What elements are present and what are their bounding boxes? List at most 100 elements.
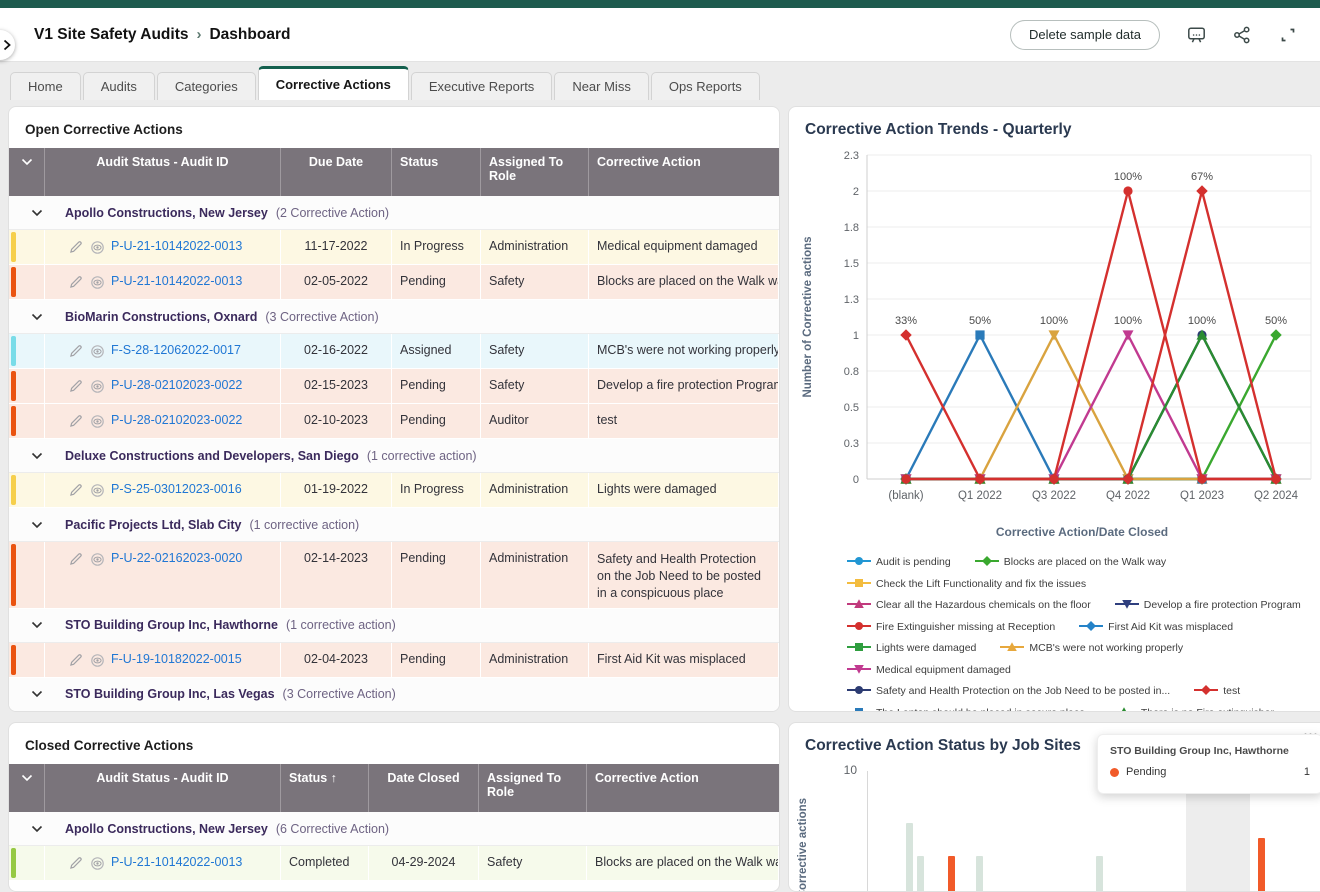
- audit-id-link[interactable]: F-U-19-10182022-0015: [111, 652, 242, 666]
- legend-item[interactable]: First Aid Kit was misplaced: [1079, 618, 1233, 636]
- column-header-id[interactable]: Audit Status - Audit ID: [45, 148, 281, 196]
- column-header-action[interactable]: Corrective Action: [587, 764, 779, 812]
- view-icon[interactable]: [90, 856, 105, 871]
- legend-item[interactable]: Clear all the Hazardous chemicals on the…: [847, 596, 1091, 614]
- edit-icon[interactable]: [69, 240, 84, 255]
- table-row[interactable]: P-U-22-02162023-002002-14-2023PendingAdm…: [9, 542, 779, 609]
- column-header-action[interactable]: Corrective Action: [589, 148, 779, 196]
- chevron-down-icon[interactable]: [31, 616, 43, 634]
- audit-id-cell: F-S-28-12062022-0017: [45, 334, 281, 368]
- table-row[interactable]: P-U-28-02102023-002202-15-2023PendingSaf…: [9, 369, 779, 404]
- legend-item[interactable]: Check the Lift Functionality and fix the…: [847, 575, 1086, 593]
- view-icon[interactable]: [90, 240, 105, 255]
- due-cell: 02-10-2023: [281, 404, 392, 438]
- legend-item[interactable]: Audit is pending: [847, 553, 951, 571]
- table-row[interactable]: F-U-19-10182022-001502-04-2023PendingAdm…: [9, 643, 779, 678]
- table-row[interactable]: F-S-28-12062022-001702-16-2022AssignedSa…: [9, 334, 779, 369]
- svg-text:100%: 100%: [1114, 315, 1142, 327]
- expand-all-chevron[interactable]: [9, 148, 45, 196]
- group-row[interactable]: Apollo Constructions, New Jersey(2 Corre…: [9, 196, 779, 230]
- legend-item[interactable]: test: [1194, 682, 1240, 700]
- view-icon[interactable]: [90, 414, 105, 429]
- view-icon[interactable]: [90, 275, 105, 290]
- tab-audits[interactable]: Audits: [83, 72, 155, 100]
- edit-icon[interactable]: [69, 275, 84, 290]
- legend-item[interactable]: Medical equipment damaged: [847, 661, 1011, 679]
- bar-completed[interactable]: [1096, 856, 1103, 892]
- column-header-id[interactable]: Audit Status - Audit ID: [45, 764, 281, 812]
- svg-text:Q4 2022: Q4 2022: [1106, 490, 1150, 502]
- column-header-status[interactable]: Status: [392, 148, 481, 196]
- legend-item[interactable]: Safety and Health Protection on the Job …: [847, 682, 1170, 700]
- audit-id-link[interactable]: P-U-21-10142022-0013: [111, 274, 242, 288]
- table-row[interactable]: P-U-21-10142022-0013Completed04-29-2024S…: [9, 846, 779, 881]
- closed-corrective-actions-panel: Closed Corrective Actions Audit Status -…: [8, 722, 780, 892]
- group-row[interactable]: STO Building Group Inc, Hawthorne(1 corr…: [9, 609, 779, 643]
- edit-icon[interactable]: [69, 856, 84, 871]
- legend-item[interactable]: Fire Extinguisher missing at Reception: [847, 618, 1055, 636]
- view-icon[interactable]: [90, 653, 105, 668]
- view-icon[interactable]: [90, 344, 105, 359]
- tab-corrective-actions[interactable]: Corrective Actions: [258, 66, 409, 100]
- table-row[interactable]: P-S-25-03012023-001601-19-2022In Progres…: [9, 473, 779, 508]
- group-row[interactable]: Deluxe Constructions and Developers, San…: [9, 439, 779, 473]
- trends-line-chart[interactable]: 00.30.50.811.31.51.822.3(blank)Q1 2022Q3…: [789, 143, 1320, 712]
- group-row[interactable]: STO Building Group Inc, Las Vegas(3 Corr…: [9, 678, 779, 712]
- audit-id-link[interactable]: P-U-28-02102023-0022: [111, 378, 242, 392]
- audit-id-link[interactable]: P-S-25-03012023-0016: [111, 482, 242, 496]
- edit-icon[interactable]: [69, 344, 84, 359]
- group-row[interactable]: Apollo Constructions, New Jersey(6 Corre…: [9, 812, 779, 846]
- audit-id-link[interactable]: P-U-21-10142022-0013: [111, 239, 242, 253]
- legend-item[interactable]: Lights were damaged: [847, 639, 976, 657]
- table-row[interactable]: P-U-21-10142022-001311-17-2022In Progres…: [9, 230, 779, 265]
- column-header-role[interactable]: Assigned To Role: [479, 764, 587, 812]
- table-row[interactable]: P-U-21-10142022-001302-05-2022PendingSaf…: [9, 265, 779, 300]
- expand-all-chevron[interactable]: [9, 764, 45, 812]
- chevron-down-icon[interactable]: [31, 820, 43, 838]
- edit-icon[interactable]: [69, 552, 84, 567]
- delete-sample-data-button[interactable]: Delete sample data: [1010, 20, 1160, 50]
- chevron-down-icon[interactable]: [31, 516, 43, 534]
- tab-near-miss[interactable]: Near Miss: [554, 72, 649, 100]
- chevron-down-icon[interactable]: [31, 447, 43, 465]
- bar-completed[interactable]: [906, 823, 913, 892]
- audit-id-link[interactable]: P-U-21-10142022-0013: [111, 855, 242, 869]
- group-row[interactable]: Pacific Projects Ltd, Slab City(1 correc…: [9, 508, 779, 542]
- column-header-due[interactable]: Due Date: [281, 148, 392, 196]
- chevron-down-icon[interactable]: [31, 204, 43, 222]
- view-icon[interactable]: [90, 483, 105, 498]
- audit-id-link[interactable]: F-S-28-12062022-0017: [111, 343, 241, 357]
- bar-pending[interactable]: [948, 856, 955, 892]
- legend-item[interactable]: Blocks are placed on the Walk way: [975, 553, 1166, 571]
- legend-item[interactable]: Develop a fire protection Program: [1115, 596, 1301, 614]
- tab-categories[interactable]: Categories: [157, 72, 256, 100]
- edit-icon[interactable]: [69, 379, 84, 394]
- bar-completed[interactable]: [976, 856, 983, 892]
- bar-completed[interactable]: [917, 856, 924, 892]
- view-icon[interactable]: [90, 379, 105, 394]
- legend-item[interactable]: MCB's were not working properly: [1000, 639, 1183, 657]
- tab-ops-reports[interactable]: Ops Reports: [651, 72, 760, 100]
- column-header-status[interactable]: Status ↑: [281, 764, 369, 812]
- announcement-board-icon[interactable]: [1186, 25, 1206, 45]
- edit-icon[interactable]: [69, 483, 84, 498]
- bar-pending[interactable]: [1258, 838, 1265, 892]
- tab-executive-reports[interactable]: Executive Reports: [411, 72, 553, 100]
- chevron-down-icon[interactable]: [31, 685, 43, 703]
- audit-id-link[interactable]: P-U-28-02102023-0022: [111, 413, 242, 427]
- legend-item[interactable]: There is no Fire extinguisher.: [1112, 704, 1276, 713]
- svg-text:Q1 2022: Q1 2022: [958, 490, 1002, 502]
- expand-icon[interactable]: [1278, 25, 1298, 45]
- view-icon[interactable]: [90, 552, 105, 567]
- tab-home[interactable]: Home: [10, 72, 81, 100]
- legend-item[interactable]: The Laptop should be placed in secure pl…: [847, 704, 1088, 713]
- edit-icon[interactable]: [69, 414, 84, 429]
- group-row[interactable]: BioMarin Constructions, Oxnard(3 Correct…: [9, 300, 779, 334]
- table-row[interactable]: P-U-28-02102023-002202-10-2023PendingAud…: [9, 404, 779, 439]
- audit-id-link[interactable]: P-U-22-02162023-0020: [111, 551, 242, 565]
- column-header-date[interactable]: Date Closed: [369, 764, 479, 812]
- share-icon[interactable]: [1232, 25, 1252, 45]
- column-header-role[interactable]: Assigned To Role: [481, 148, 589, 196]
- edit-icon[interactable]: [69, 653, 84, 668]
- chevron-down-icon[interactable]: [31, 308, 43, 326]
